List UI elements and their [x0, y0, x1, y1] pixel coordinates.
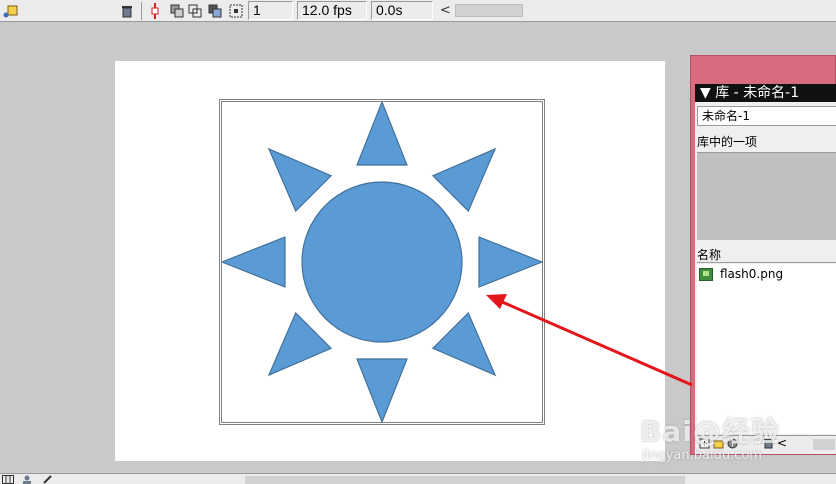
current-frame-field: 1	[248, 1, 293, 20]
add-layer-icon[interactable]	[2, 3, 18, 19]
watermark-logo-text: Bai@经验	[640, 415, 780, 448]
stage[interactable]	[115, 61, 665, 461]
edit-multiple-frames-icon[interactable]	[207, 3, 223, 19]
center-frame-icon[interactable]	[147, 3, 163, 19]
library-item[interactable]: flash0.png	[699, 267, 783, 281]
sun-ray	[222, 236, 286, 288]
watermark-url: jingyan.baidu.com	[642, 448, 762, 463]
trash-icon[interactable]	[119, 3, 135, 19]
timeline-scroll-left-button[interactable]: <	[440, 3, 451, 18]
wrench-icon[interactable]	[42, 475, 54, 484]
sun-disc	[301, 181, 463, 343]
sun-bitmap[interactable]	[219, 99, 545, 425]
user-icon[interactable]	[22, 475, 32, 484]
library-name-column-header[interactable]: 名称	[697, 247, 836, 263]
toolbar-divider	[141, 2, 142, 20]
onion-outline-icon[interactable]	[187, 3, 203, 19]
library-title[interactable]: ▼ 库 - 未命名-1	[695, 84, 836, 102]
bitmap-icon	[699, 267, 713, 281]
library-item-name: flash0.png	[720, 267, 784, 281]
elapsed-time-field: 0.0s	[371, 1, 433, 20]
library-item-count: 库中的一项	[697, 135, 758, 149]
timeline-toolbar: 1 12.0 fps 0.0s <	[0, 0, 836, 22]
library-preview-pane	[697, 152, 836, 240]
baidu-watermark: Bai@经验 jingyan.baidu.com	[640, 410, 780, 463]
sun-shape	[222, 102, 542, 422]
library-item-list: flash0.png	[697, 264, 836, 434]
sun-ray	[431, 311, 497, 377]
onion-skin-icon[interactable]	[169, 3, 185, 19]
sun-ray	[431, 147, 497, 213]
library-scrollbar-thumb[interactable]	[813, 439, 835, 450]
grid-icon[interactable]	[2, 475, 14, 484]
bottom-status-bar	[0, 473, 836, 484]
sun-ray	[267, 311, 333, 377]
sun-graphic	[222, 102, 542, 422]
modify-markers-icon[interactable]	[228, 3, 244, 19]
stage-horizontal-scrollbar[interactable]	[245, 476, 685, 484]
sun-ray	[478, 236, 542, 288]
library-body: 未命名-1 库中的一项 名称 flash0.png i <	[695, 102, 836, 454]
timeline-scrollbar-thumb[interactable]	[455, 4, 523, 17]
sun-ray	[356, 358, 408, 422]
library-panel: ▼ 库 - 未命名-1 未命名-1 库中的一项 名称 flash0.png i …	[690, 55, 836, 455]
sun-ray	[267, 147, 333, 213]
library-document-select[interactable]: 未命名-1	[697, 106, 836, 126]
frame-rate-field[interactable]: 12.0 fps	[297, 1, 367, 20]
sun-ray	[356, 102, 408, 166]
